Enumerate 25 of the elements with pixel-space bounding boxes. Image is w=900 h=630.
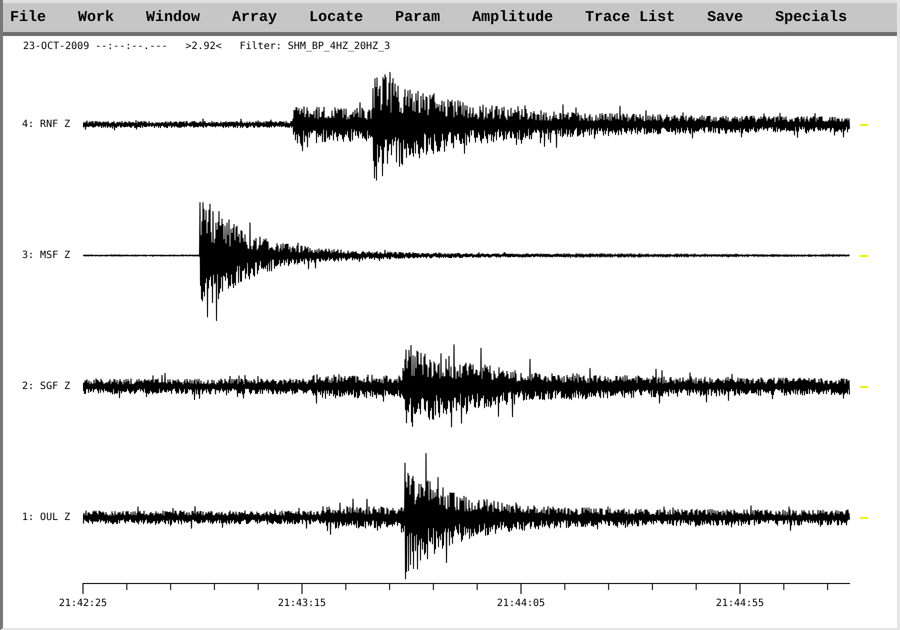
trace-label: 3: MSF Z [21,250,72,261]
trace-marker [860,386,868,388]
menu-item[interactable]: Param [395,9,440,26]
scale-readout: >2.92< [186,41,222,54]
trace-marker [860,516,868,518]
trace-label: 1: OUL Z [21,512,72,523]
menu-item[interactable]: File [10,9,46,26]
trace-marker [860,124,868,126]
menu-item[interactable]: Specials [775,9,848,26]
tick-label: 21:42:25 [58,598,108,609]
trace-label: 4: RNF Z [21,119,72,130]
menu-item[interactable]: Trace List [585,9,676,26]
menu-item[interactable]: Array [232,9,278,26]
tick-label: 21:44:05 [496,598,546,609]
time-readout: 23-OCT-2009 --:--:--.--- [23,41,168,54]
tick-label: 21:44:55 [716,598,764,609]
menu-item[interactable]: Locate [309,9,364,26]
menu-item[interactable]: Window [146,9,200,26]
menu-item[interactable]: Amplitude [472,9,554,26]
tick-label: 21:43:15 [278,598,326,609]
menu-item[interactable]: Save [707,9,744,26]
filter-label: Filter: SHM_BP_4HZ_20HZ_3 [240,41,390,54]
trace-label: 2: SGF Z [21,381,72,392]
trace-marker [860,254,868,256]
menu-item[interactable]: Work [78,9,114,26]
